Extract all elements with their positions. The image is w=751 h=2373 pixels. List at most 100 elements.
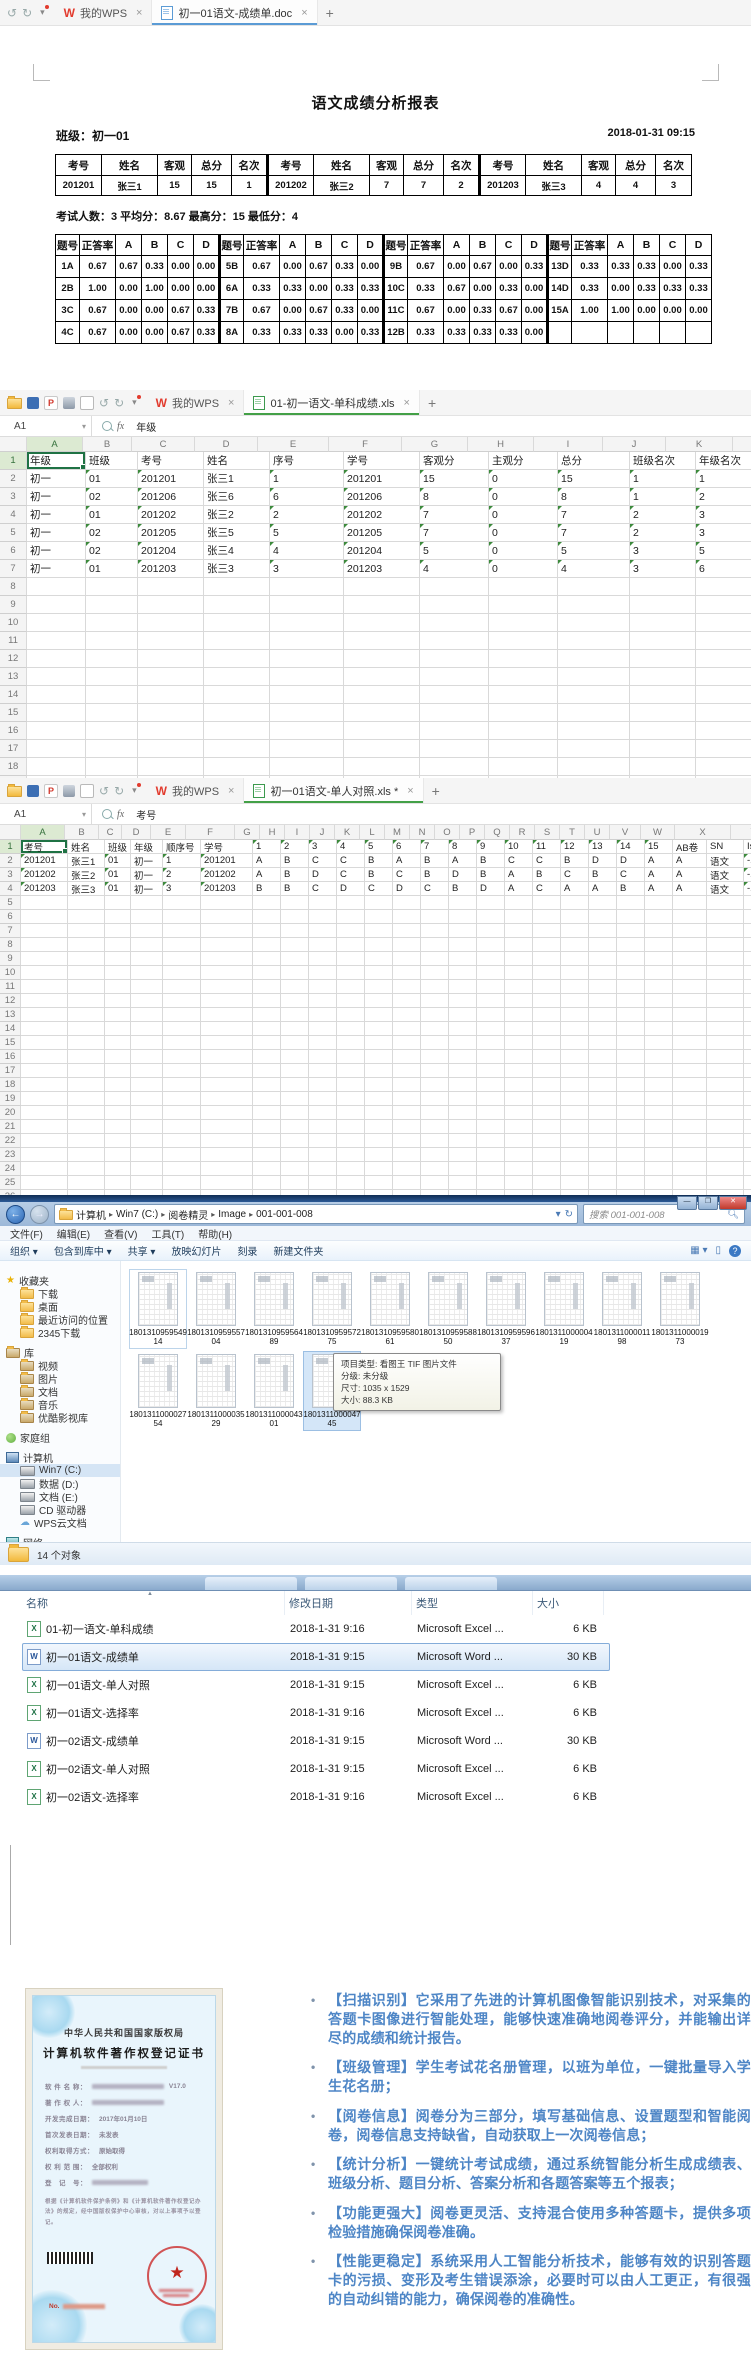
cell[interactable]: A [645, 882, 673, 896]
cell[interactable]: 学号 [344, 452, 420, 470]
cell[interactable] [86, 704, 138, 722]
file-row[interactable]: X01-初一语文-单科成绩2018-1-31 9:16Microsoft Exc… [22, 1615, 610, 1643]
cell[interactable] [421, 910, 449, 924]
cell[interactable] [421, 924, 449, 938]
cell[interactable] [163, 1162, 201, 1176]
cell[interactable] [105, 924, 131, 938]
cell[interactable]: 14 [617, 840, 645, 854]
cell[interactable] [253, 1120, 281, 1134]
cell[interactable] [744, 938, 751, 952]
cell[interactable]: C [561, 868, 589, 882]
column-header[interactable]: O [435, 825, 460, 840]
cell[interactable]: 语文 [707, 882, 744, 896]
cell[interactable]: B [561, 854, 589, 868]
sidebar-group-4[interactable]: 网络 [0, 1536, 120, 1542]
cell[interactable] [201, 994, 253, 1008]
cell[interactable] [86, 650, 138, 668]
cell[interactable] [744, 910, 751, 924]
cell[interactable] [449, 1120, 477, 1134]
cell[interactable] [645, 1176, 673, 1190]
cell[interactable] [617, 1050, 645, 1064]
column-header[interactable]: N [410, 825, 435, 840]
undo-icon[interactable]: ↺ [7, 7, 17, 19]
row-header[interactable]: 19 [0, 1092, 21, 1106]
file-row[interactable]: X初一02语文-单人对照2018-1-31 9:15Microsoft Exce… [22, 1755, 610, 1783]
cell[interactable] [105, 966, 131, 980]
cell[interactable] [707, 966, 744, 980]
cell[interactable] [138, 686, 204, 704]
cell[interactable] [420, 740, 489, 758]
cell[interactable] [131, 952, 163, 966]
cell[interactable] [533, 1148, 561, 1162]
cell[interactable] [421, 1078, 449, 1092]
cell[interactable] [270, 758, 344, 776]
cell[interactable]: -1 [744, 882, 751, 896]
cell[interactable] [589, 1092, 617, 1106]
cell[interactable] [421, 966, 449, 980]
column-header[interactable]: W [641, 825, 675, 840]
cell[interactable] [393, 1134, 421, 1148]
cell[interactable] [617, 1106, 645, 1120]
cell[interactable]: 0 [489, 560, 558, 578]
column-header[interactable]: S [535, 825, 560, 840]
cell[interactable] [477, 980, 505, 994]
cell[interactable] [744, 1078, 751, 1092]
cell[interactable] [281, 1148, 309, 1162]
cell[interactable] [645, 1008, 673, 1022]
cell[interactable] [420, 686, 489, 704]
cell[interactable] [477, 966, 505, 980]
cell[interactable] [558, 578, 630, 596]
cell[interactable] [477, 1134, 505, 1148]
file-thumbnail[interactable]: 180131095954914 [129, 1269, 187, 1349]
cell[interactable] [533, 952, 561, 966]
cell[interactable] [365, 994, 393, 1008]
cell[interactable] [365, 1064, 393, 1078]
cell[interactable] [533, 1162, 561, 1176]
cell[interactable] [344, 668, 420, 686]
cell[interactable] [344, 650, 420, 668]
cell[interactable] [533, 1036, 561, 1050]
cell[interactable] [253, 980, 281, 994]
cell[interactable] [707, 1162, 744, 1176]
cell[interactable] [68, 1036, 105, 1050]
cell[interactable] [449, 966, 477, 980]
cell[interactable] [707, 1148, 744, 1162]
cell[interactable] [421, 1036, 449, 1050]
cell[interactable] [744, 896, 751, 910]
cell[interactable] [27, 740, 86, 758]
cell[interactable] [365, 1162, 393, 1176]
cell[interactable]: A [253, 854, 281, 868]
cell[interactable] [393, 1176, 421, 1190]
cell[interactable] [645, 1078, 673, 1092]
column-header[interactable]: Q [485, 825, 510, 840]
cell[interactable] [533, 980, 561, 994]
cell[interactable] [309, 966, 337, 980]
cell[interactable] [131, 966, 163, 980]
cell[interactable] [589, 910, 617, 924]
cell[interactable]: 201203 [138, 560, 204, 578]
cell[interactable] [131, 1050, 163, 1064]
cell[interactable] [86, 758, 138, 776]
cell[interactable] [707, 1036, 744, 1050]
cell[interactable] [393, 1036, 421, 1050]
cell[interactable] [589, 1078, 617, 1092]
cell[interactable]: 学号 [201, 840, 253, 854]
cell[interactable] [204, 614, 270, 632]
column-header[interactable]: K [335, 825, 360, 840]
cell[interactable]: 2 [630, 524, 696, 542]
column-header[interactable]: C [99, 825, 122, 840]
column-header[interactable]: H [260, 825, 285, 840]
cell[interactable] [105, 1148, 131, 1162]
cell[interactable] [421, 1134, 449, 1148]
cell[interactable] [68, 1134, 105, 1148]
cell[interactable]: 年级名次 [696, 452, 751, 470]
export-pdf-icon[interactable]: P [44, 396, 58, 410]
menu-item[interactable]: 文件(F) [10, 1226, 43, 1241]
close-tab-icon[interactable]: × [228, 397, 234, 409]
row-header[interactable]: 15 [0, 704, 27, 722]
cell[interactable] [21, 1148, 68, 1162]
cell[interactable] [163, 1008, 201, 1022]
views-icon[interactable]: ▦ ▾ [690, 1245, 707, 1257]
new-tab-icon[interactable]: + [424, 783, 448, 799]
cell[interactable] [489, 722, 558, 740]
